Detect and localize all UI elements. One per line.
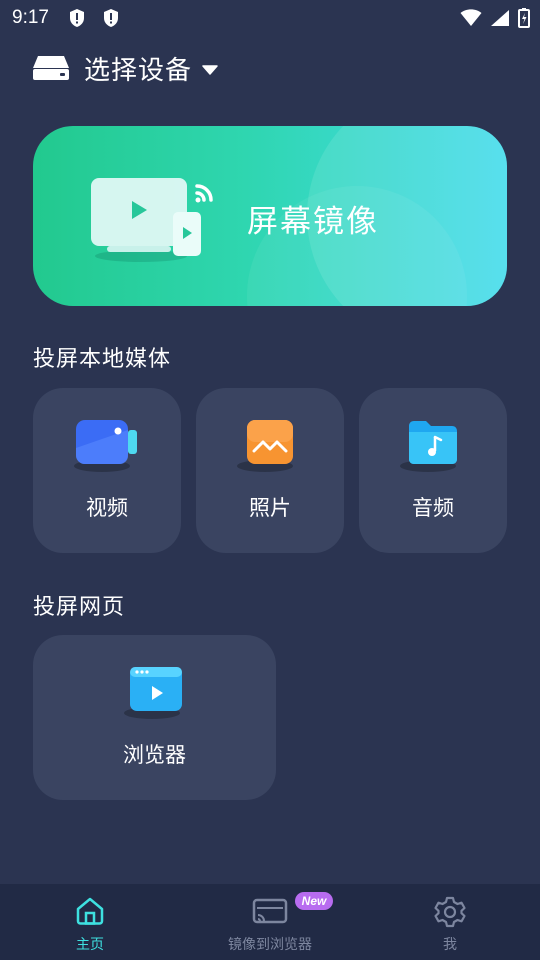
video-tile[interactable]: 视频 (33, 388, 181, 553)
video-label: 视频 (86, 496, 128, 520)
nav-mirror-browser-label: 镜像到浏览器 (228, 937, 312, 953)
new-badge: New (295, 892, 333, 910)
nav-home-label: 主页 (76, 937, 104, 953)
bottom-nav: 主页 镜像到浏览器 我 (0, 884, 540, 960)
nav-me-label: 我 (443, 937, 457, 953)
alert-shield-icon (70, 9, 84, 27)
gear-icon (434, 896, 466, 928)
audio-label: 音频 (412, 496, 454, 520)
alert-shield-icon (104, 9, 118, 27)
video-camera-icon (74, 420, 137, 472)
web-cast-title: 投屏网页 (33, 595, 126, 620)
photo-tile[interactable]: 照片 (196, 388, 344, 553)
photo-label: 照片 (249, 496, 291, 520)
caret-down-icon (202, 65, 218, 75)
device-box-icon (33, 56, 69, 80)
photo-icon (237, 420, 293, 472)
audio-tile[interactable]: 音频 (359, 388, 507, 553)
browser-tile[interactable]: 浏览器 (33, 635, 276, 800)
status-time: 9:17 (12, 7, 49, 28)
screen-mirror-card[interactable]: 屏幕镜像 (33, 126, 507, 306)
nav-me[interactable]: 我 (360, 884, 540, 960)
music-folder-icon (400, 421, 457, 472)
browser-label: 浏览器 (123, 743, 186, 767)
signal-icon (491, 10, 509, 26)
local-media-title: 投屏本地媒体 (33, 347, 172, 372)
home-icon (76, 897, 104, 925)
screen-mirror-label: 屏幕镜像 (247, 204, 379, 240)
status-bar: 9:17 (0, 0, 540, 36)
screen-cast-illustration (91, 178, 213, 262)
device-selector-label: 选择设备 (84, 55, 193, 86)
nav-home[interactable]: 主页 (0, 884, 180, 960)
device-selector[interactable]: 选择设备 (32, 48, 218, 88)
cast-screen-icon (252, 898, 288, 924)
nav-mirror-browser[interactable]: 镜像到浏览器 (180, 884, 360, 960)
battery-icon (518, 8, 530, 28)
wifi-icon (460, 9, 482, 26)
browser-play-icon (123, 667, 182, 719)
